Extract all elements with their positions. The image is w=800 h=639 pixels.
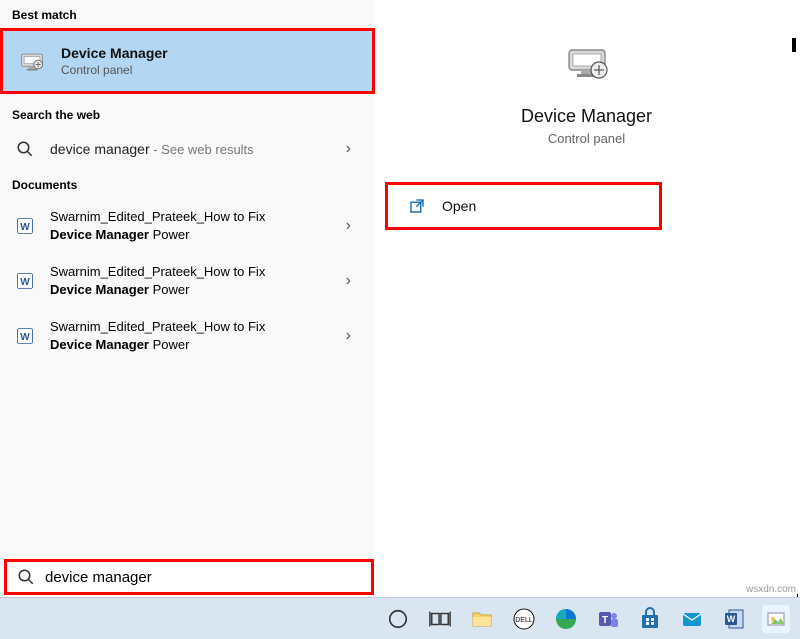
mail-icon[interactable]	[678, 605, 706, 633]
word-doc-icon: W	[14, 270, 36, 292]
best-match-text: Device Manager Control panel	[61, 45, 168, 77]
watermark: wsxdn.com	[746, 584, 796, 595]
document-title: Swarnim_Edited_Prateek_How to Fix Device…	[50, 318, 273, 353]
svg-text:W: W	[20, 222, 30, 233]
search-web-header: Search the web	[0, 100, 375, 128]
web-query-text: device manager	[50, 141, 150, 157]
web-query-label: device manager - See web results	[50, 141, 254, 157]
best-match-result[interactable]: Device Manager Control panel	[3, 31, 372, 91]
chevron-right-icon[interactable]: ›	[346, 140, 361, 158]
text-cursor	[792, 38, 796, 52]
document-title: Swarnim_Edited_Prateek_How to Fix Device…	[50, 263, 273, 298]
device-manager-icon	[17, 46, 47, 76]
word-doc-icon: W	[14, 325, 36, 347]
chevron-right-icon[interactable]: ›	[346, 272, 361, 290]
word-doc-icon: W	[14, 215, 36, 237]
open-action[interactable]: Open	[385, 182, 662, 230]
word-icon[interactable]: W	[720, 605, 748, 633]
web-search-result[interactable]: device manager - See web results ›	[0, 128, 375, 170]
preview-subtitle: Control panel	[548, 131, 625, 146]
svg-text:DELL: DELL	[515, 617, 533, 624]
open-label: Open	[442, 198, 476, 214]
start-search-panel: Best match Device Manager Control panel …	[0, 0, 375, 594]
document-result[interactable]: W Swarnim_Edited_Prateek_How to Fix Devi…	[0, 253, 375, 308]
taskbar: DELL T W	[0, 597, 800, 639]
store-icon[interactable]	[636, 605, 664, 633]
chevron-right-icon[interactable]: ›	[346, 217, 361, 235]
document-result[interactable]: W Swarnim_Edited_Prateek_How to Fix Devi…	[0, 308, 375, 363]
search-bar[interactable]	[4, 559, 374, 595]
search-icon	[14, 138, 36, 160]
open-icon	[408, 197, 426, 215]
preview-title: Device Manager	[521, 106, 652, 127]
chevron-right-icon[interactable]: ›	[346, 327, 361, 345]
teams-icon[interactable]: T	[594, 605, 622, 633]
search-icon	[17, 568, 35, 586]
svg-text:W: W	[727, 614, 736, 624]
dell-icon[interactable]: DELL	[510, 605, 538, 633]
result-preview-panel: Device Manager Control panel Open	[375, 0, 798, 594]
device-manager-icon	[563, 40, 611, 88]
cortana-icon[interactable]	[384, 605, 412, 633]
search-input[interactable]	[45, 569, 361, 586]
documents-header: Documents	[0, 170, 375, 198]
web-query-hint: - See web results	[150, 142, 254, 157]
task-view-icon[interactable]	[426, 605, 454, 633]
paint-icon[interactable]	[762, 605, 790, 633]
file-explorer-icon[interactable]	[468, 605, 496, 633]
best-match-subtitle: Control panel	[61, 63, 168, 77]
document-title: Swarnim_Edited_Prateek_How to Fix Device…	[50, 208, 273, 243]
best-match-header: Best match	[0, 0, 375, 28]
document-result[interactable]: W Swarnim_Edited_Prateek_How to Fix Devi…	[0, 198, 375, 253]
annotation-box-best-match: Device Manager Control panel	[0, 28, 375, 94]
svg-text:T: T	[602, 615, 608, 626]
best-match-title: Device Manager	[61, 45, 168, 61]
svg-text:W: W	[20, 277, 30, 288]
svg-text:W: W	[20, 332, 30, 343]
edge-icon[interactable]	[552, 605, 580, 633]
